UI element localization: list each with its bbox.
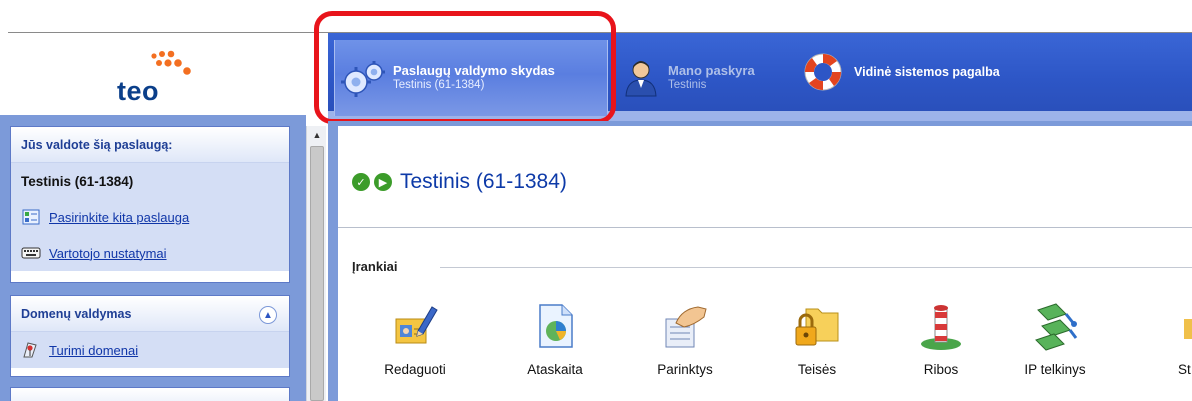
logo-area: teo xyxy=(8,33,328,115)
page-title: Testinis (61-1384) xyxy=(400,170,567,193)
tool-edit[interactable]: Redaguoti xyxy=(370,300,460,377)
list-icon xyxy=(21,209,41,225)
keyboard-icon xyxy=(21,245,41,261)
user-settings-link[interactable]: Vartotojo nustatymai xyxy=(49,246,167,261)
next-panel xyxy=(10,387,290,401)
tool-ip-pool[interactable]: IP telkinys xyxy=(1010,300,1100,377)
tab-subtitle: Testinis xyxy=(668,79,707,91)
tool-label: Teisės xyxy=(797,362,837,377)
tool-label: Redaguoti xyxy=(384,362,446,377)
tool-label: St xyxy=(1178,362,1191,377)
highlight-annotation xyxy=(314,11,616,124)
lifebuoy-icon xyxy=(800,52,846,92)
current-service: Testinis (61-1384) xyxy=(11,163,289,199)
scroll-thumb[interactable] xyxy=(310,146,324,401)
choose-service-link[interactable]: Pasirinkite kita paslauga xyxy=(49,210,189,225)
map-pin-icon xyxy=(21,342,41,358)
boundary-post-icon xyxy=(896,300,986,352)
tool-label: Parinktys xyxy=(657,362,713,377)
tab-internal-help[interactable]: Vidinė sistemos pagalba xyxy=(800,42,1000,102)
tools-section-label: Įrankiai xyxy=(352,259,398,274)
sidebar-item-domains[interactable]: Turimi domenai xyxy=(11,332,289,368)
domain-panel: Domenų valdymas ▲ Turimi domenai xyxy=(10,295,290,377)
sidebar-item-user-settings[interactable]: Vartotojo nustatymai xyxy=(11,235,289,271)
play-status-icon: ▶ xyxy=(374,173,392,191)
tool-label: Ribos xyxy=(923,362,959,377)
check-status-icon: ✓ xyxy=(352,173,370,191)
network-icon xyxy=(1010,300,1100,352)
service-panel: Jūs valdote šią paslaugą: Testinis (61-1… xyxy=(10,126,290,283)
title-divider xyxy=(338,227,1192,228)
page-title-row: ✓ ▶ Testinis (61-1384) xyxy=(352,170,567,194)
domains-link[interactable]: Turimi domenai xyxy=(49,343,138,358)
partial-icon xyxy=(1130,300,1192,352)
user-icon xyxy=(618,58,664,98)
app-window: teo Paslaugų valdymo skydas Testinis (61… xyxy=(0,0,1192,401)
tab-title: Mano paskyra xyxy=(668,63,755,78)
sidebar-item-choose-service[interactable]: Pasirinkite kita paslauga xyxy=(11,199,289,235)
lock-folder-icon xyxy=(772,300,862,352)
tool-permissions[interactable]: Teisės xyxy=(772,300,862,377)
collapse-chevron-icon[interactable]: ▲ xyxy=(259,306,277,324)
sidebar-scrollbar[interactable]: ▲ xyxy=(306,126,326,401)
report-icon xyxy=(510,300,600,352)
service-panel-heading: Jūs valdote šią paslaugą: xyxy=(11,127,289,163)
tool-partial[interactable]: St xyxy=(1130,300,1192,377)
service-name: Testinis (61-1384) xyxy=(21,173,134,189)
options-icon xyxy=(640,300,730,352)
domain-panel-heading: Domenų valdymas xyxy=(11,296,289,332)
tool-label: IP telkinys xyxy=(1024,362,1086,377)
scroll-up-arrow-icon[interactable]: ▲ xyxy=(307,126,327,144)
tab-my-account[interactable]: Mano paskyra Testinis xyxy=(618,48,755,108)
tool-label: Ataskaita xyxy=(527,362,583,377)
tool-report[interactable]: Ataskaita xyxy=(510,300,600,377)
tool-options[interactable]: Parinktys xyxy=(640,300,730,377)
tools-section-divider xyxy=(440,267,1192,268)
sidebar: Jūs valdote šią paslaugą: Testinis (61-1… xyxy=(0,115,306,401)
logo-text: teo xyxy=(117,76,159,106)
tool-limits[interactable]: Ribos xyxy=(896,300,986,377)
edit-icon xyxy=(370,300,460,352)
tab-title: Vidinė sistemos pagalba xyxy=(854,65,1000,79)
